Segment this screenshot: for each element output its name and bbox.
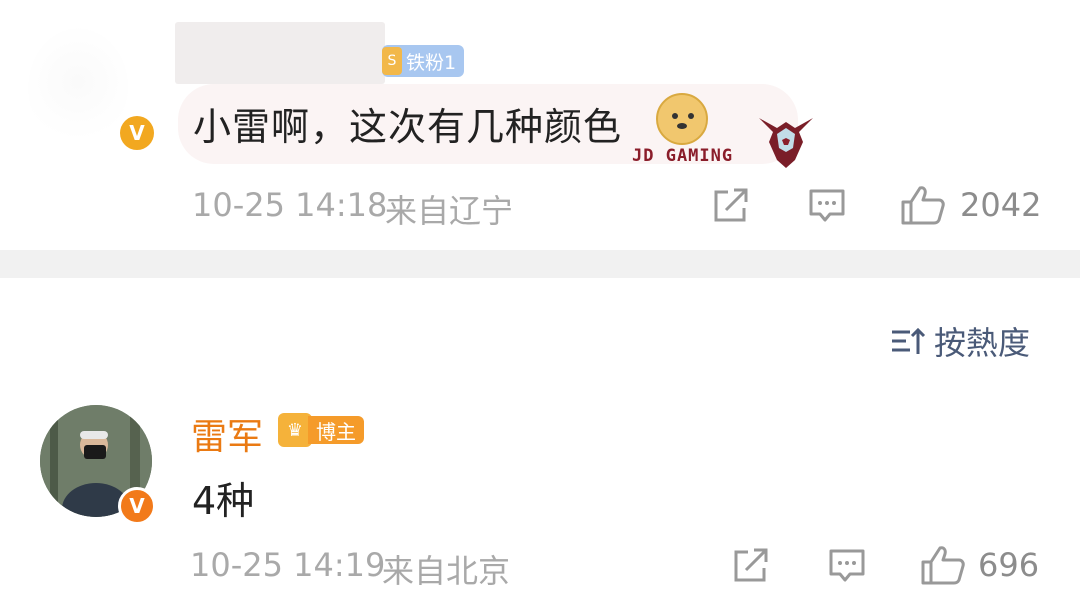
share-icon[interactable]	[732, 548, 770, 584]
fan-badge-label: 铁粉1	[406, 51, 457, 74]
verified-v-icon: V	[118, 487, 156, 525]
blogger-badge: ♛ 博主	[278, 413, 364, 447]
thumbs-up-icon[interactable]	[900, 184, 946, 226]
comment-timestamp: 10-25 14:18	[192, 186, 388, 224]
like-count: 696	[978, 546, 1040, 584]
thumbs-up-icon[interactable]	[920, 544, 966, 586]
fan-badge[interactable]: S 铁粉1	[382, 45, 465, 77]
doge-emoji-icon	[656, 93, 708, 145]
comment-text: 4种	[192, 479, 255, 523]
comment-location: 来自北京	[382, 552, 511, 590]
sort-by-hot-button[interactable]: 按熱度	[890, 318, 1030, 364]
author-name[interactable]: 雷军	[191, 408, 263, 460]
comment-icon[interactable]	[828, 548, 866, 584]
like-count: 2042	[960, 186, 1042, 224]
share-icon[interactable]	[712, 188, 750, 224]
blogger-badge-label: 博主	[308, 416, 364, 444]
comment-text: 小雷啊，这次有几种颜色	[193, 105, 623, 149]
fan-lock-icon: S	[382, 47, 402, 75]
comment-icon[interactable]	[808, 188, 846, 224]
comment-location: 来自辽宁	[385, 192, 514, 230]
blurred-avatar[interactable]	[28, 28, 128, 148]
verified-v-icon: V	[120, 116, 154, 150]
blurred-username[interactable]	[175, 22, 385, 84]
jdg-badge-text: JD GAMING	[632, 146, 734, 166]
sort-label: 按熱度	[934, 324, 1031, 362]
sort-icon	[892, 327, 926, 354]
comment-timestamp: 10-25 14:19	[190, 546, 386, 584]
crown-icon: ♛	[278, 413, 312, 447]
jdg-logo-icon	[759, 118, 813, 168]
section-divider	[0, 250, 1080, 278]
